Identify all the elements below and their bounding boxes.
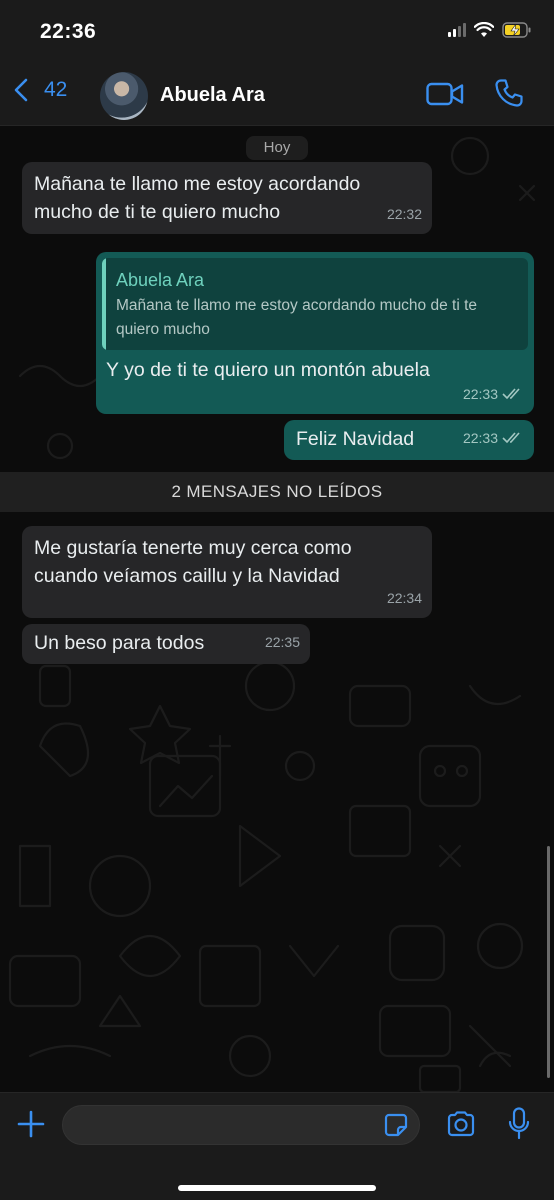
video-call-icon[interactable] [426, 82, 464, 106]
message-bubble-incoming[interactable]: Un beso para todos 22:35 [22, 624, 310, 664]
home-indicator [178, 1185, 376, 1191]
message-time: 22:32 [387, 200, 422, 228]
message-bubble-outgoing[interactable]: Feliz Navidad 22:33 [284, 420, 534, 460]
message-input[interactable] [62, 1105, 420, 1145]
status-bar: 22:36 [0, 0, 554, 64]
message-bubble-incoming[interactable]: Mañana te llamo me estoy acordando mucho… [22, 162, 432, 234]
signal-icon [448, 23, 466, 37]
camera-icon[interactable] [446, 1111, 476, 1137]
message-time-text: 22:33 [462, 386, 498, 402]
message-time: 22:35 [265, 628, 300, 656]
message-text: Y yo de ti te quiero un montón abuela [106, 359, 430, 381]
quoted-message[interactable]: Abuela Ara Mañana te llamo me estoy acor… [102, 258, 528, 350]
wifi-icon [474, 22, 494, 37]
message-bubble-incoming[interactable]: Me gustaría tenerte muy cerca como cuand… [22, 526, 432, 618]
double-check-icon [502, 432, 520, 444]
sticker-icon[interactable] [384, 1113, 408, 1137]
microphone-icon[interactable] [508, 1107, 530, 1141]
message-time-text: 22:33 [462, 430, 498, 446]
status-icons [448, 22, 532, 38]
quote-bar [102, 258, 106, 350]
message-time-text: 22:32 [386, 206, 422, 222]
status-time: 22:36 [40, 20, 97, 43]
phone-call-icon[interactable] [494, 78, 524, 108]
message-time: 22:33 [463, 380, 524, 408]
scroll-indicator[interactable] [547, 846, 550, 1078]
battery-charging-icon [502, 22, 531, 38]
plus-icon[interactable] [16, 1109, 46, 1139]
chat-screen: 22:36 42 Abuela Ara Hoy Mañana te llamo … [0, 0, 554, 1200]
message-text: Un beso para todos [34, 632, 205, 654]
date-chip: Hoy [246, 136, 308, 160]
back-button[interactable]: 42 [14, 78, 67, 102]
message-time: 22:34 [387, 584, 422, 612]
contact-name[interactable]: Abuela Ara [160, 84, 265, 107]
message-time-text: 22:35 [264, 634, 300, 650]
message-time: 22:33 [463, 424, 524, 452]
quote-text: Mañana te llamo me estoy acordando mucho… [116, 297, 478, 338]
message-bubble-outgoing-reply[interactable]: Abuela Ara Mañana te llamo me estoy acor… [96, 252, 534, 414]
unread-messages-banner: 2 MENSAJES NO LEÍDOS [0, 472, 554, 512]
message-time-text: 22:34 [386, 590, 422, 606]
unread-count: 42 [44, 78, 68, 101]
chat-header: 42 Abuela Ara [0, 64, 554, 126]
double-check-icon [502, 388, 520, 400]
quote-author: Abuela Ara [116, 270, 205, 290]
input-bar [0, 1092, 554, 1200]
message-text: Me gustaría tenerte muy cerca como cuand… [34, 537, 352, 587]
chevron-left-icon [14, 78, 28, 102]
message-text: Mañana te llamo me estoy acordando mucho… [34, 173, 361, 223]
avatar[interactable] [100, 72, 148, 120]
chat-area[interactable]: Hoy Mañana te llamo me estoy acordando m… [0, 126, 554, 1092]
